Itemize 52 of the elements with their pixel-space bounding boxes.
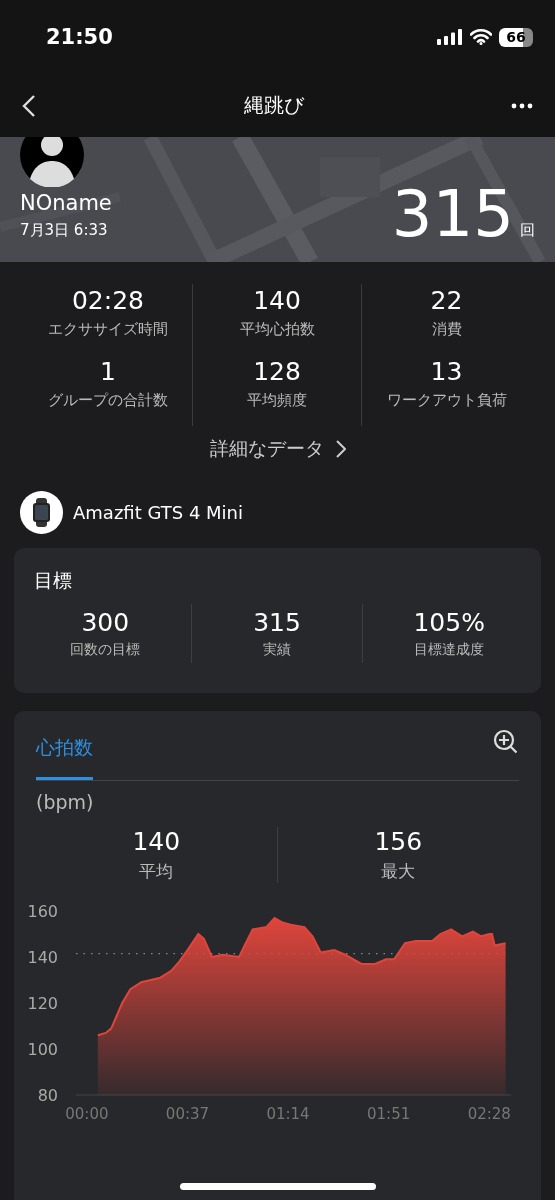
y-tick-label: 140 xyxy=(27,948,58,967)
x-tick-label: 00:37 xyxy=(165,1105,210,1123)
user-name: NOname xyxy=(20,191,112,215)
more-icon[interactable] xyxy=(511,102,533,109)
stat-value: 128 xyxy=(253,357,301,386)
stat-value: 1 xyxy=(100,357,116,386)
battery-indicator: 66 xyxy=(499,27,533,47)
goal-label: 回数の目標 xyxy=(70,641,141,659)
x-tick-label: 00:00 xyxy=(65,1105,109,1123)
x-tick-label: 01:14 xyxy=(266,1105,310,1123)
heart-rate-label: 最大 xyxy=(381,860,416,883)
x-tick-label: 02:28 xyxy=(467,1105,511,1123)
watch-icon xyxy=(20,491,63,534)
clock: 21:50 xyxy=(46,25,114,49)
detailed-data-link[interactable]: 詳細なデータ xyxy=(209,436,346,462)
workout-date: 7月3日 6:33 xyxy=(20,221,108,240)
heart-rate-label: 平均 xyxy=(139,860,174,883)
wifi-icon xyxy=(470,29,492,45)
goal-value: 300 xyxy=(81,608,130,637)
back-icon[interactable] xyxy=(22,93,36,118)
stat-value: 13 xyxy=(430,357,463,386)
goal-label: 実績 xyxy=(263,641,291,659)
stat-label: 平均頻度 xyxy=(247,391,307,410)
stat-value: 22 xyxy=(430,286,463,315)
goal-value: 315 xyxy=(253,608,301,637)
goal-value: 105% xyxy=(413,608,485,637)
count-unit: 回 xyxy=(520,221,535,240)
zoom-in-icon[interactable] xyxy=(493,729,519,755)
jump-count: 315 xyxy=(391,182,514,246)
page-title: 縄跳び xyxy=(242,92,305,119)
chevron-right-icon xyxy=(335,440,346,458)
stat-label: 消費 xyxy=(431,320,462,339)
device-name: Amazfit GTS 4 Mini xyxy=(73,502,243,523)
y-tick-label: 160 xyxy=(27,902,58,921)
avatar-icon xyxy=(20,137,84,187)
stat-value: 140 xyxy=(253,286,301,315)
unit-label: (bpm) xyxy=(36,791,95,813)
x-tick-label: 01:51 xyxy=(367,1105,411,1123)
stat-label: 平均心拍数 xyxy=(239,320,315,339)
y-tick-label: 120 xyxy=(27,994,58,1013)
signal-icon xyxy=(437,29,463,45)
chart-tab[interactable]: 心拍数 xyxy=(36,729,93,780)
stat-label: グループの合計数 xyxy=(48,391,168,410)
y-tick-label: 80 xyxy=(37,1086,58,1105)
stat-label: エクササイズ時間 xyxy=(48,320,168,339)
heart-rate-value: 156 xyxy=(374,827,423,856)
y-tick-label: 100 xyxy=(27,1040,58,1059)
goal-label: 目標達成度 xyxy=(414,641,485,659)
card-title: 目標 xyxy=(34,568,73,593)
stat-label: ワークアウト負荷 xyxy=(386,391,507,410)
stat-value: 02:28 xyxy=(71,286,144,315)
heart-rate-value: 140 xyxy=(132,827,181,856)
